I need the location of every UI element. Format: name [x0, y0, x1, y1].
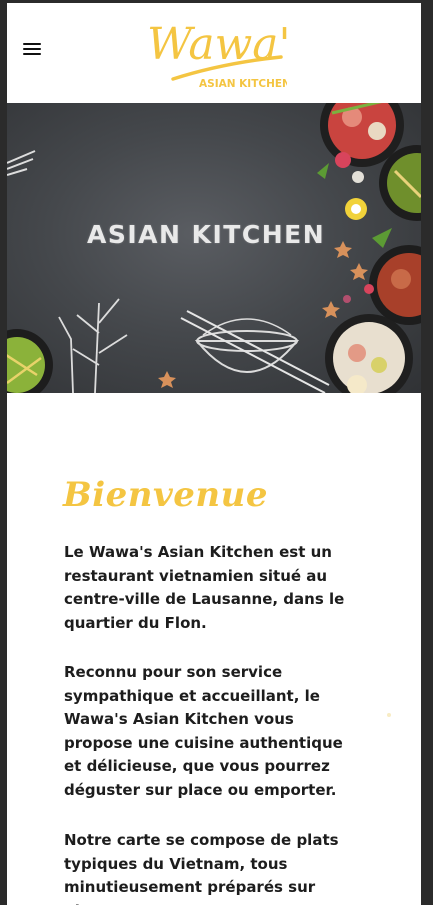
decorative-dot: [387, 713, 391, 717]
logo-graphic: Wawa's ASIAN KITCHEN: [147, 19, 287, 90]
brand-logo[interactable]: Wawa's ASIAN KITCHEN: [143, 13, 287, 95]
hamburger-menu-icon[interactable]: [23, 43, 41, 59]
page-frame: Wawa's ASIAN KITCHEN: [7, 3, 421, 905]
intro-paragraph-3: Notre carte se compose de plats typiques…: [64, 831, 339, 905]
logo-script-text: Wawa's: [147, 19, 287, 70]
intro-paragraph-2: Reconnu pour son service sympathique et …: [64, 663, 343, 799]
hero-title: ASIAN KITCHEN: [87, 220, 326, 249]
intro-paragraph-1: Le Wawa's Asian Kitchen est un restauran…: [64, 543, 345, 632]
welcome-section: Bienvenue Le Wawa's Asian Kitchen est un…: [7, 393, 421, 905]
hero-banner: ASIAN KITCHEN: [7, 103, 421, 393]
logo-subtitle: ASIAN KITCHEN: [199, 78, 287, 90]
site-header: Wawa's ASIAN KITCHEN: [7, 3, 421, 103]
welcome-heading: Bienvenue: [63, 475, 268, 515]
